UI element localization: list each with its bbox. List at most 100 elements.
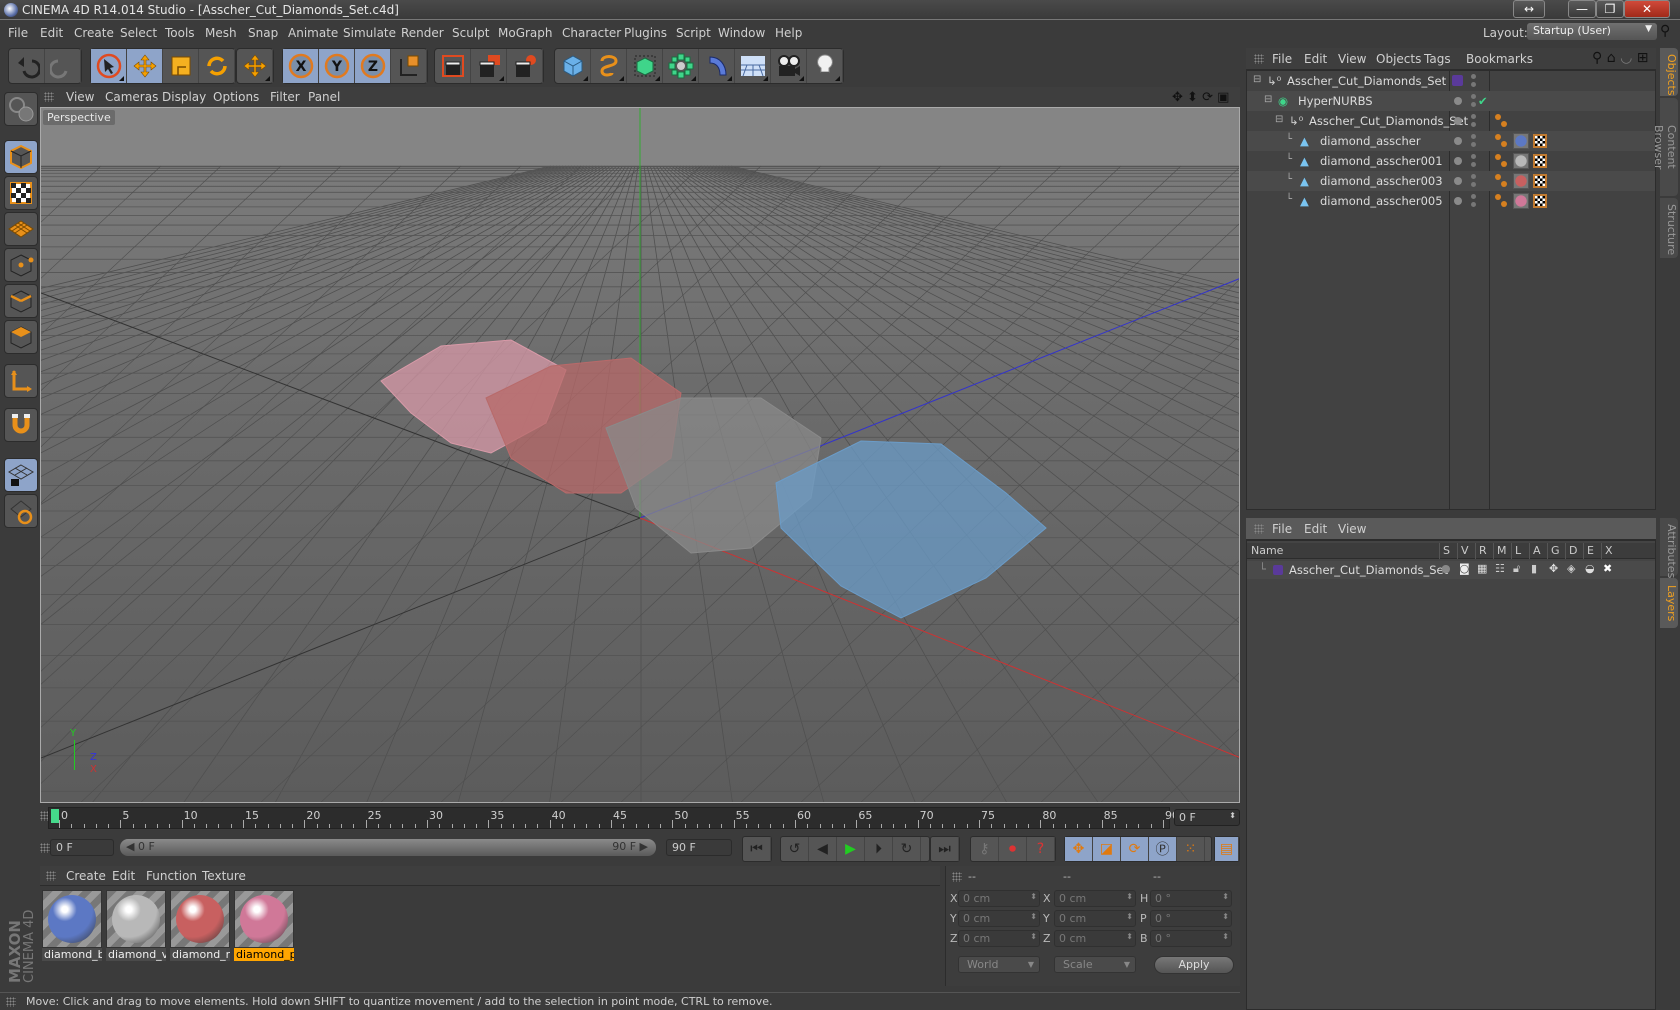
pan-view-icon[interactable]: ✥ bbox=[1172, 90, 1183, 105]
om-menu-tags[interactable]: Tags bbox=[1424, 52, 1451, 66]
scale-button[interactable] bbox=[163, 49, 199, 83]
panel-grip[interactable] bbox=[1254, 54, 1264, 64]
render-visibility-dot-icon[interactable] bbox=[1471, 122, 1476, 127]
expand-toggle-icon[interactable]: ⊟ bbox=[1253, 74, 1261, 85]
scale-key-icon[interactable]: ◪ bbox=[1093, 837, 1121, 861]
parameter-key-icon[interactable]: Ⓟ bbox=[1149, 837, 1177, 861]
layer-column-s[interactable]: S bbox=[1439, 543, 1457, 559]
edges-mode-button[interactable] bbox=[4, 284, 38, 318]
phong-tag-icon[interactable] bbox=[1495, 134, 1509, 148]
om-menu-file[interactable]: File bbox=[1272, 52, 1292, 66]
cube-button[interactable] bbox=[555, 49, 591, 83]
object-name[interactable]: diamond_asscher001 bbox=[1320, 154, 1443, 168]
visible-in-editor-icon[interactable]: ◙ bbox=[1459, 562, 1470, 575]
panel-grip[interactable] bbox=[952, 872, 962, 882]
editor-visibility-dot-icon[interactable] bbox=[1471, 194, 1476, 199]
spinner-icon[interactable]: ⬍ bbox=[1126, 912, 1133, 921]
object-name[interactable]: diamond_asscher bbox=[1320, 134, 1421, 148]
material-menu-texture[interactable]: Texture bbox=[202, 869, 246, 883]
size-field[interactable]: 0 cm ⬍ bbox=[1054, 890, 1136, 907]
rotate-button[interactable] bbox=[199, 49, 235, 83]
workplane-button[interactable] bbox=[4, 212, 38, 246]
z-axis-button[interactable]: Z bbox=[355, 49, 391, 83]
record-active-objects-icon[interactable]: ⚷ bbox=[971, 837, 999, 861]
render-visibility-dot-icon[interactable] bbox=[1471, 82, 1476, 87]
visibility-dot-icon[interactable] bbox=[1454, 117, 1462, 125]
timeline-ruler[interactable]: 0 5 10 15 20 25 30 35 40 45 50 55 60 65 70 75 80 85 90 bbox=[48, 807, 1179, 829]
layer-menu-view[interactable]: View bbox=[1338, 522, 1366, 536]
restore-button[interactable]: ❐ bbox=[1596, 0, 1624, 18]
phong-tag-icon[interactable] bbox=[1495, 174, 1509, 188]
rotation-field[interactable]: 0 ° ⬍ bbox=[1150, 910, 1232, 927]
object-name[interactable]: diamond_asscher005 bbox=[1320, 194, 1443, 208]
convert-button[interactable] bbox=[4, 92, 38, 126]
om-menu-objects[interactable]: Objects bbox=[1376, 52, 1421, 66]
menu-mograph[interactable]: MoGraph bbox=[498, 26, 553, 40]
range-start-handle[interactable]: ◀ 0 F bbox=[126, 840, 155, 853]
start-frame-field[interactable]: 0 F⬍ bbox=[50, 839, 160, 856]
expand-toggle-icon[interactable]: ⊟ bbox=[1275, 114, 1283, 125]
menu-help[interactable]: Help bbox=[775, 26, 802, 40]
material-tag-icon[interactable] bbox=[1513, 153, 1529, 169]
coordinate-space-select[interactable]: World ▼ bbox=[958, 956, 1040, 973]
viewport-menu-filter[interactable]: Filter bbox=[270, 90, 300, 104]
3d-viewport[interactable]: Perspective Y Z X bbox=[40, 107, 1240, 803]
x-axis-button[interactable]: X bbox=[283, 49, 319, 83]
polygons-mode-button[interactable] bbox=[4, 320, 38, 354]
point-level-animation-icon[interactable]: ⁙ bbox=[1177, 837, 1205, 861]
side-tab-attributes[interactable]: Attributes bbox=[1660, 518, 1678, 578]
snap-magnet-button[interactable] bbox=[4, 408, 38, 442]
render-view-button[interactable] bbox=[435, 49, 471, 83]
end-frame-field[interactable]: 90 F bbox=[666, 839, 732, 856]
rotation-key-icon[interactable]: ⟳ bbox=[1121, 837, 1149, 861]
spinner-icon[interactable]: ⬍ bbox=[1030, 892, 1037, 901]
preview-range-slider[interactable]: ◀ 0 F 90 F ▶ bbox=[120, 839, 656, 856]
select-button[interactable] bbox=[91, 49, 127, 83]
material-swatch[interactable]: diamond_b bbox=[42, 890, 102, 964]
spline-button[interactable] bbox=[591, 49, 627, 83]
layer-color-swatch[interactable] bbox=[1452, 75, 1463, 86]
layer-name[interactable]: Asscher_Cut_Diamonds_Set bbox=[1289, 563, 1448, 577]
current-frame-field[interactable]: 0 F ⬍ bbox=[1174, 809, 1240, 826]
editor-visibility-dot-icon[interactable] bbox=[1471, 114, 1476, 119]
object-name[interactable]: Asscher_Cut_Diamonds_Set bbox=[1287, 74, 1446, 88]
side-tab-content-browser[interactable]: Content Browser bbox=[1652, 98, 1678, 196]
redo-button[interactable] bbox=[45, 49, 81, 83]
layer-column-a[interactable]: A bbox=[1529, 543, 1547, 559]
material-tag-icon[interactable] bbox=[1513, 173, 1529, 189]
play-forwards-icon[interactable]: ▶ bbox=[837, 837, 865, 861]
manager-icon[interactable]: ☷ bbox=[1495, 562, 1505, 575]
autokeying-icon[interactable]: ⏺ bbox=[999, 837, 1027, 861]
menu-file[interactable]: File bbox=[8, 26, 28, 40]
panel-grip[interactable] bbox=[1254, 524, 1264, 534]
spinner-icon[interactable]: ⬍ bbox=[1222, 912, 1229, 921]
new-window-icon[interactable]: ⊞ bbox=[1637, 50, 1649, 66]
nurbs-button[interactable] bbox=[627, 49, 663, 83]
loop-icon[interactable]: ↻ bbox=[893, 837, 921, 861]
om-menu-bookmarks[interactable]: Bookmarks bbox=[1466, 52, 1533, 66]
expand-toggle-icon[interactable]: ⊟ bbox=[1264, 94, 1272, 105]
menu-tools[interactable]: Tools bbox=[165, 26, 195, 40]
layer-row[interactable]: └ Asscher_Cut_Diamonds_Set ● ◙ ▦ ☷ 🔓︎ ▮ ✥ ◈ ◒ ✖ bbox=[1247, 561, 1655, 579]
menu-script[interactable]: Script bbox=[676, 26, 711, 40]
visibility-dot-icon[interactable] bbox=[1454, 97, 1462, 105]
material-menu-function[interactable]: Function bbox=[146, 869, 197, 883]
render-visibility-dot-icon[interactable] bbox=[1471, 182, 1476, 187]
render-picture-viewer-button[interactable] bbox=[471, 49, 507, 83]
object-row[interactable]: ⊟ ↳⁰ Asscher_Cut_Diamonds_Set bbox=[1247, 111, 1655, 131]
search-icon[interactable]: ⚲ bbox=[1592, 50, 1602, 66]
y-axis-button[interactable]: Y bbox=[319, 49, 355, 83]
zoom-view-icon[interactable]: ⬍ bbox=[1187, 90, 1198, 105]
side-tab-structure[interactable]: Structure bbox=[1660, 198, 1678, 258]
editor-visibility-dot-icon[interactable] bbox=[1471, 134, 1476, 139]
material-swatch[interactable]: diamond_p bbox=[234, 890, 294, 964]
object-name[interactable]: diamond_asscher003 bbox=[1320, 174, 1443, 188]
layer-column-r[interactable]: R bbox=[1475, 543, 1493, 559]
floor-button[interactable] bbox=[735, 49, 771, 83]
editor-visibility-dot-icon[interactable] bbox=[1471, 94, 1476, 99]
deformers-icon[interactable]: ◈ bbox=[1567, 562, 1575, 575]
visibility-dot-icon[interactable] bbox=[1454, 177, 1462, 185]
object-row[interactable]: └ ▲ diamond_asscher005 bbox=[1247, 191, 1655, 211]
layout-select[interactable]: Startup (User) ▼ bbox=[1527, 23, 1657, 40]
range-end-handle[interactable]: 90 F ▶ bbox=[612, 840, 648, 853]
